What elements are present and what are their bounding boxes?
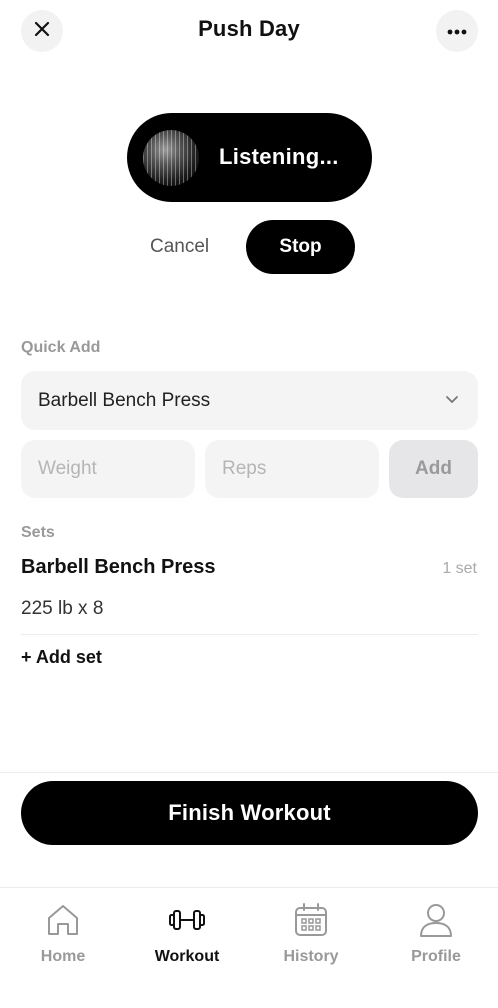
page-title: Push Day [198,16,300,41]
exercise-select[interactable]: Barbell Bench Press [21,371,478,430]
voice-orb-icon [143,130,199,186]
user-icon [381,900,491,940]
set-entry[interactable]: 225 lb x 8 [21,598,103,620]
more-horizontal-icon [447,22,467,40]
chevron-down-icon [444,391,460,412]
finish-workout-button[interactable]: Finish Workout [21,781,478,845]
weight-field[interactable]: Weight [21,440,195,498]
set-count: 1 set [442,560,477,577]
tab-label: Workout [154,948,220,965]
cancel-button[interactable]: Cancel [150,236,209,258]
weight-placeholder: Weight [38,458,97,479]
divider [21,634,478,635]
voice-listening-indicator: Listening... [127,113,372,202]
tab-home[interactable]: Home [8,900,118,966]
quick-add-label: Quick Add [21,339,101,356]
more-options-button[interactable] [436,10,478,52]
stop-button[interactable]: Stop [246,220,355,274]
dumbbell-icon [132,900,242,940]
reps-field[interactable]: Reps [205,440,379,498]
home-icon [8,900,118,940]
exercise-select-value: Barbell Bench Press [38,389,211,411]
tab-workout[interactable]: Workout [132,900,242,966]
tab-label: History [283,948,339,965]
tab-bar-divider [0,887,498,888]
tab-profile[interactable]: Profile [381,900,491,966]
add-set-button[interactable]: + Add set [21,647,102,668]
add-button[interactable]: Add [389,440,478,498]
tab-history[interactable]: History [256,900,366,966]
exercise-name: Barbell Bench Press [21,556,216,578]
tab-label: Home [40,948,86,965]
sets-label: Sets [21,524,55,541]
listening-status: Listening... [219,144,339,169]
tab-label: Profile [411,948,461,965]
reps-placeholder: Reps [222,458,267,479]
calendar-icon [256,900,366,940]
divider [0,772,498,773]
